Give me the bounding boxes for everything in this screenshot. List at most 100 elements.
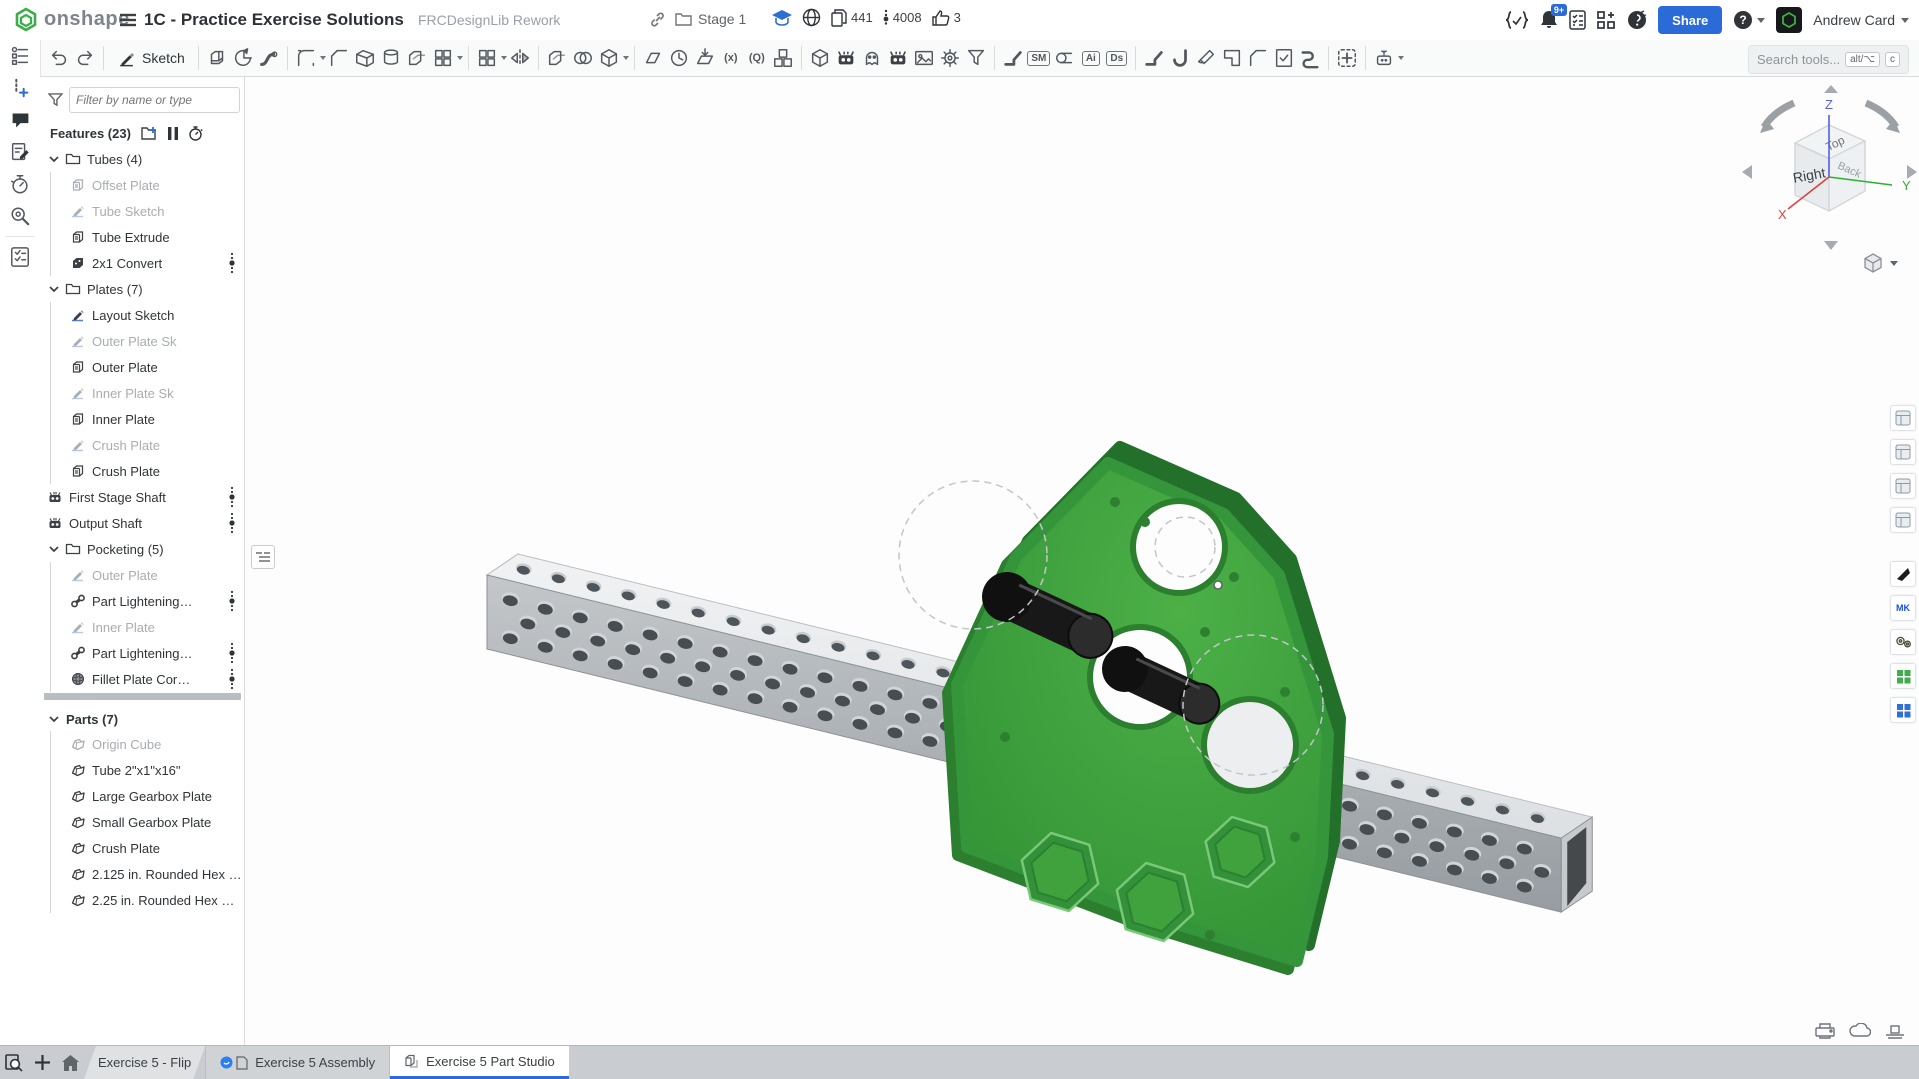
home-tab-button[interactable] [56,1046,84,1079]
transform-tool-caret-icon[interactable] [623,56,629,60]
configuration-panel-button[interactable] [1890,439,1916,465]
bend-tool[interactable] [1167,45,1193,71]
filter-input[interactable] [69,87,240,113]
overflow-dots-icon[interactable] [229,486,235,508]
tolerance-funnel-tool[interactable] [963,45,989,71]
sketch-button[interactable]: Sketch [109,46,193,71]
tab-exercise5-partstudio[interactable]: Exercise 5 Part Studio [390,1046,569,1079]
gear-generator-tool[interactable] [937,45,963,71]
help-menu[interactable]: ? [1733,10,1765,30]
suppress-pause-icon[interactable] [168,127,178,140]
validate-tool[interactable] [1271,45,1297,71]
overflow-dots-icon[interactable] [229,512,235,534]
learning-center-icon[interactable] [1627,10,1647,30]
notes-button[interactable] [0,136,40,168]
add-folder-icon[interactable] [141,126,158,140]
feature-tree-row[interactable]: Outer Plate [40,354,245,380]
hamburger-menu-icon[interactable] [120,13,136,27]
feature-tree-row[interactable]: Part Lightening… [40,640,245,666]
feature-tree-row[interactable]: Crush Plate [40,835,245,861]
image-tool[interactable] [911,45,937,71]
print-3d-icon[interactable] [1815,1023,1835,1039]
comments-button[interactable] [0,104,40,136]
avatar[interactable] [1776,7,1802,33]
feature-tree-row[interactable]: Offset Plate [40,172,245,198]
model-viewport[interactable] [245,77,1919,1045]
changes-stat[interactable]: 4008 [883,9,922,27]
hole-tool[interactable] [378,45,404,71]
history-button[interactable] [0,168,40,200]
chevron-down-icon[interactable] [46,716,62,723]
document-title[interactable]: 1C - Practice Exercise Solutions [144,10,404,30]
variable-tool[interactable]: (x) [718,45,744,71]
search-tools-box[interactable]: Search tools... alt/⌥ c [1748,45,1909,74]
helix-tool[interactable] [666,45,692,71]
custom-app-button[interactable] [1890,561,1916,587]
sheet-metal-joint-tool[interactable] [1141,45,1167,71]
feature-tree-row[interactable]: 2x1 Convert [40,250,245,276]
origin-target-tool[interactable] [1334,45,1360,71]
breadcrumb-stage[interactable]: Stage 1 [698,11,746,27]
thicken-tool[interactable] [544,45,570,71]
feature-tree-row[interactable]: Inner Plate [40,614,245,640]
plane-tool[interactable] [640,45,666,71]
transform-tool[interactable] [596,45,622,71]
frc-robot-tool[interactable] [885,45,911,71]
feature-tree-row[interactable]: Inner Plate [40,406,245,432]
view-mode-button[interactable] [1862,252,1898,274]
parts-header-row[interactable]: Parts (7) [40,707,245,731]
featurescript-search-tool[interactable]: (Q) [744,45,770,71]
appearance-panel-button[interactable] [1890,405,1916,431]
feature-tree-row[interactable]: Layout Sketch [40,302,245,328]
feature-tree-row[interactable]: Crush Plate [40,432,245,458]
notifications-bell-icon[interactable]: 9+ [1540,10,1558,30]
tasks-icon[interactable] [1569,10,1586,30]
derived-tool[interactable] [770,45,796,71]
copies-stat[interactable]: 441 [831,9,873,27]
gears-app-button[interactable] [1890,629,1916,655]
design-standards-tool[interactable]: Ds [1104,45,1130,71]
chevron-down-icon[interactable] [46,286,62,293]
feature-tree-row[interactable]: 2.25 in. Rounded Hex … [40,887,245,913]
insert-version-button[interactable] [0,72,40,104]
add-tab-button[interactable] [28,1046,56,1079]
chamfer-tool[interactable] [326,45,352,71]
cloud-export-icon[interactable] [1849,1023,1871,1039]
primitive-box-tool[interactable] [807,45,833,71]
overflow-dots-icon[interactable] [229,252,235,274]
public-globe-icon[interactable] [802,8,821,27]
mirror-tool[interactable] [507,45,533,71]
share-button[interactable]: Share [1658,6,1722,34]
feature-tree-row[interactable]: First Stage Shaft [40,484,245,510]
revolve-tool[interactable] [230,45,256,71]
feature-tree-row[interactable]: 2.125 in. Rounded Hex … [40,861,245,887]
feature-tree-row[interactable]: Origin Cube [40,731,245,757]
overflow-dots-icon[interactable] [229,668,235,690]
rib-tool[interactable] [404,45,430,71]
project-curve-tool[interactable] [692,45,718,71]
mate-connector-tool[interactable] [1371,45,1397,71]
feature-tree-row[interactable]: Fillet Plate Cor… [40,666,245,692]
sheet-metal-model-tool[interactable]: SM [1026,45,1052,71]
fillet-tool[interactable] [293,45,319,71]
chevron-down-icon[interactable] [46,546,62,553]
checklist-button[interactable] [0,241,40,273]
view-cube[interactable]: Top Right Back Z Y X [1742,85,1917,250]
frc-gearbox-tool[interactable] [833,45,859,71]
sweep-tool[interactable] [256,45,282,71]
featurescript-braces-icon[interactable] [1505,11,1529,29]
feature-tree-row[interactable]: Part Lightening… [40,588,245,614]
redo-button[interactable] [72,45,98,71]
overflow-dots-icon[interactable] [229,642,235,664]
onshape-logo-icon[interactable] [13,7,39,33]
circular-pattern-tool[interactable] [474,45,500,71]
feature-tree-row[interactable]: Tube Sketch [40,198,245,224]
linear-pattern-tool-caret-icon[interactable] [457,56,463,60]
education-cap-icon[interactable] [772,9,792,26]
rollback-stopwatch-icon[interactable] [188,126,203,141]
boolean-tool[interactable] [570,45,596,71]
feature-manager-toggle[interactable] [0,40,40,72]
mkcad-panel-button[interactable]: MK [1890,595,1916,621]
green-grid-app-button[interactable] [1890,663,1916,689]
shell-tool[interactable] [352,45,378,71]
